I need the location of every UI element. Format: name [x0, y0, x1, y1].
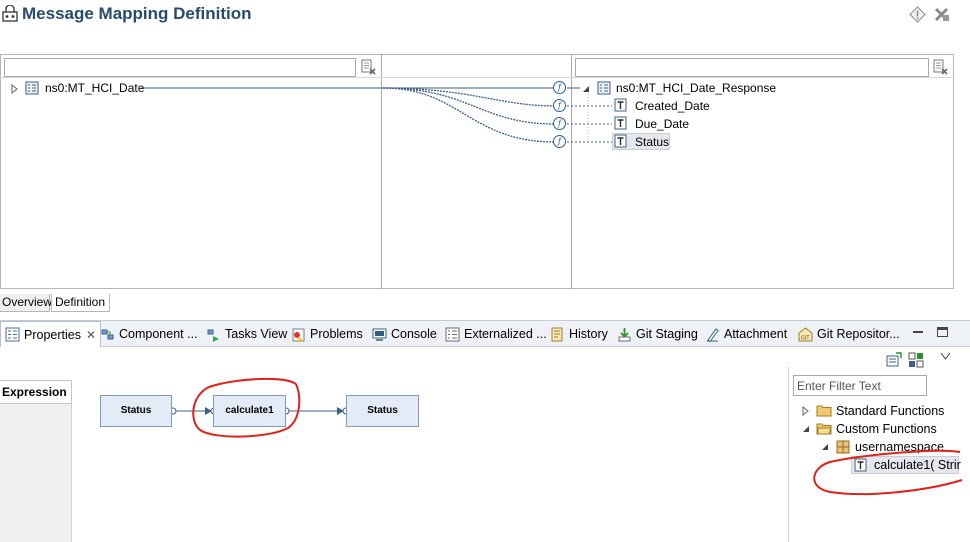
target-field-node[interactable]: Due_Date	[635, 117, 689, 131]
package-icon	[836, 440, 850, 454]
mapping-lines	[141, 87, 612, 143]
text-field-icon	[614, 116, 627, 130]
tab-git-staging-label: Git Staging	[636, 327, 698, 341]
expression-source-node[interactable]: Status	[100, 395, 172, 427]
tab-problems-label: Problems	[310, 327, 363, 341]
tab-attachment-label: Attachment	[724, 327, 788, 341]
warning-icon[interactable]	[909, 6, 926, 23]
message-type-icon	[597, 81, 611, 95]
externalized-icon	[445, 327, 460, 341]
tab-history[interactable]: History	[550, 324, 608, 344]
svg-text:GIT: GIT	[801, 335, 810, 341]
properties-side-strip	[0, 380, 72, 542]
folder-open-icon	[816, 423, 832, 435]
text-field-icon	[614, 98, 627, 112]
problems-icon	[292, 328, 305, 341]
tab-overview[interactable]: Overview	[0, 294, 52, 312]
git-repository-icon: GIT	[798, 326, 813, 341]
mapping-editor-icon	[2, 5, 18, 22]
view-menu-icon[interactable]	[940, 352, 951, 360]
collapse-arrow-icon[interactable]	[801, 424, 811, 434]
function-filter-input[interactable]	[793, 375, 927, 396]
tab-git-staging[interactable]: Git Staging	[617, 324, 698, 344]
expression-function-node[interactable]: calculate1	[213, 395, 286, 427]
tab-component[interactable]: Component ...	[100, 324, 198, 344]
tab-properties[interactable]: Properties ✕	[0, 321, 102, 347]
tab-git-repositories[interactable]: GIT Git Repositor...	[798, 324, 900, 344]
tasks-icon	[207, 329, 219, 342]
tab-component-label: Component ...	[119, 327, 198, 341]
mapping-function-node[interactable]: f	[553, 81, 566, 94]
close-icon[interactable]: ✕	[86, 328, 96, 342]
tab-git-repositories-label: Git Repositor...	[817, 327, 900, 341]
console-icon	[372, 328, 387, 341]
properties-icon	[5, 327, 20, 342]
tab-problems[interactable]: Problems	[291, 324, 363, 344]
custom-function-node[interactable]: calculate1( Strir	[874, 458, 961, 472]
collapse-arrow-icon[interactable]	[820, 442, 830, 452]
target-field-node[interactable]: Created_Date	[635, 99, 710, 113]
mapping-function-node[interactable]: f	[553, 135, 566, 148]
tab-tasks-view-label: Tasks View	[225, 327, 288, 341]
text-field-icon	[614, 134, 627, 148]
component-icon	[101, 329, 114, 339]
target-root-node[interactable]: ns0:MT_HCI_Date_Response	[616, 81, 776, 95]
custom-functions-node[interactable]: Custom Functions	[836, 422, 937, 436]
function-icon	[854, 458, 867, 472]
tab-externalized-label: Externalized ...	[464, 327, 547, 341]
namespace-node[interactable]: usernamespace	[855, 440, 944, 454]
tab-properties-label: Properties	[24, 327, 81, 342]
delete-mapping-icon[interactable]	[933, 6, 950, 23]
tab-tasks-view[interactable]: Tasks View	[206, 324, 287, 344]
minimize-icon[interactable]	[913, 331, 923, 333]
expand-arrow-icon[interactable]	[801, 406, 811, 416]
attachment-icon	[707, 327, 719, 342]
tab-definition[interactable]: Definition	[51, 294, 110, 312]
tab-history-label: History	[569, 327, 608, 341]
standard-functions-node[interactable]: Standard Functions	[836, 404, 944, 418]
folder-icon	[816, 405, 832, 417]
tab-console[interactable]: Console	[372, 324, 437, 344]
maximize-icon[interactable]	[937, 327, 948, 337]
collapse-arrow-icon[interactable]	[581, 84, 591, 94]
mapping-function-node[interactable]: f	[553, 117, 566, 130]
tab-externalized[interactable]: Externalized ...	[445, 324, 547, 344]
history-icon	[551, 327, 563, 341]
editor-title: Message Mapping Definition	[22, 4, 252, 23]
tab-attachment[interactable]: Attachment	[705, 324, 787, 344]
git-staging-icon	[618, 327, 631, 341]
tab-console-label: Console	[391, 327, 437, 341]
add-function-icon[interactable]	[886, 352, 902, 368]
target-field-node[interactable]: Status	[635, 135, 669, 149]
expression-target-node[interactable]: Status	[346, 395, 419, 427]
tab-expression[interactable]: Expression	[0, 380, 72, 404]
function-library-icon[interactable]	[908, 352, 924, 368]
mapping-function-node[interactable]: f	[553, 99, 566, 112]
